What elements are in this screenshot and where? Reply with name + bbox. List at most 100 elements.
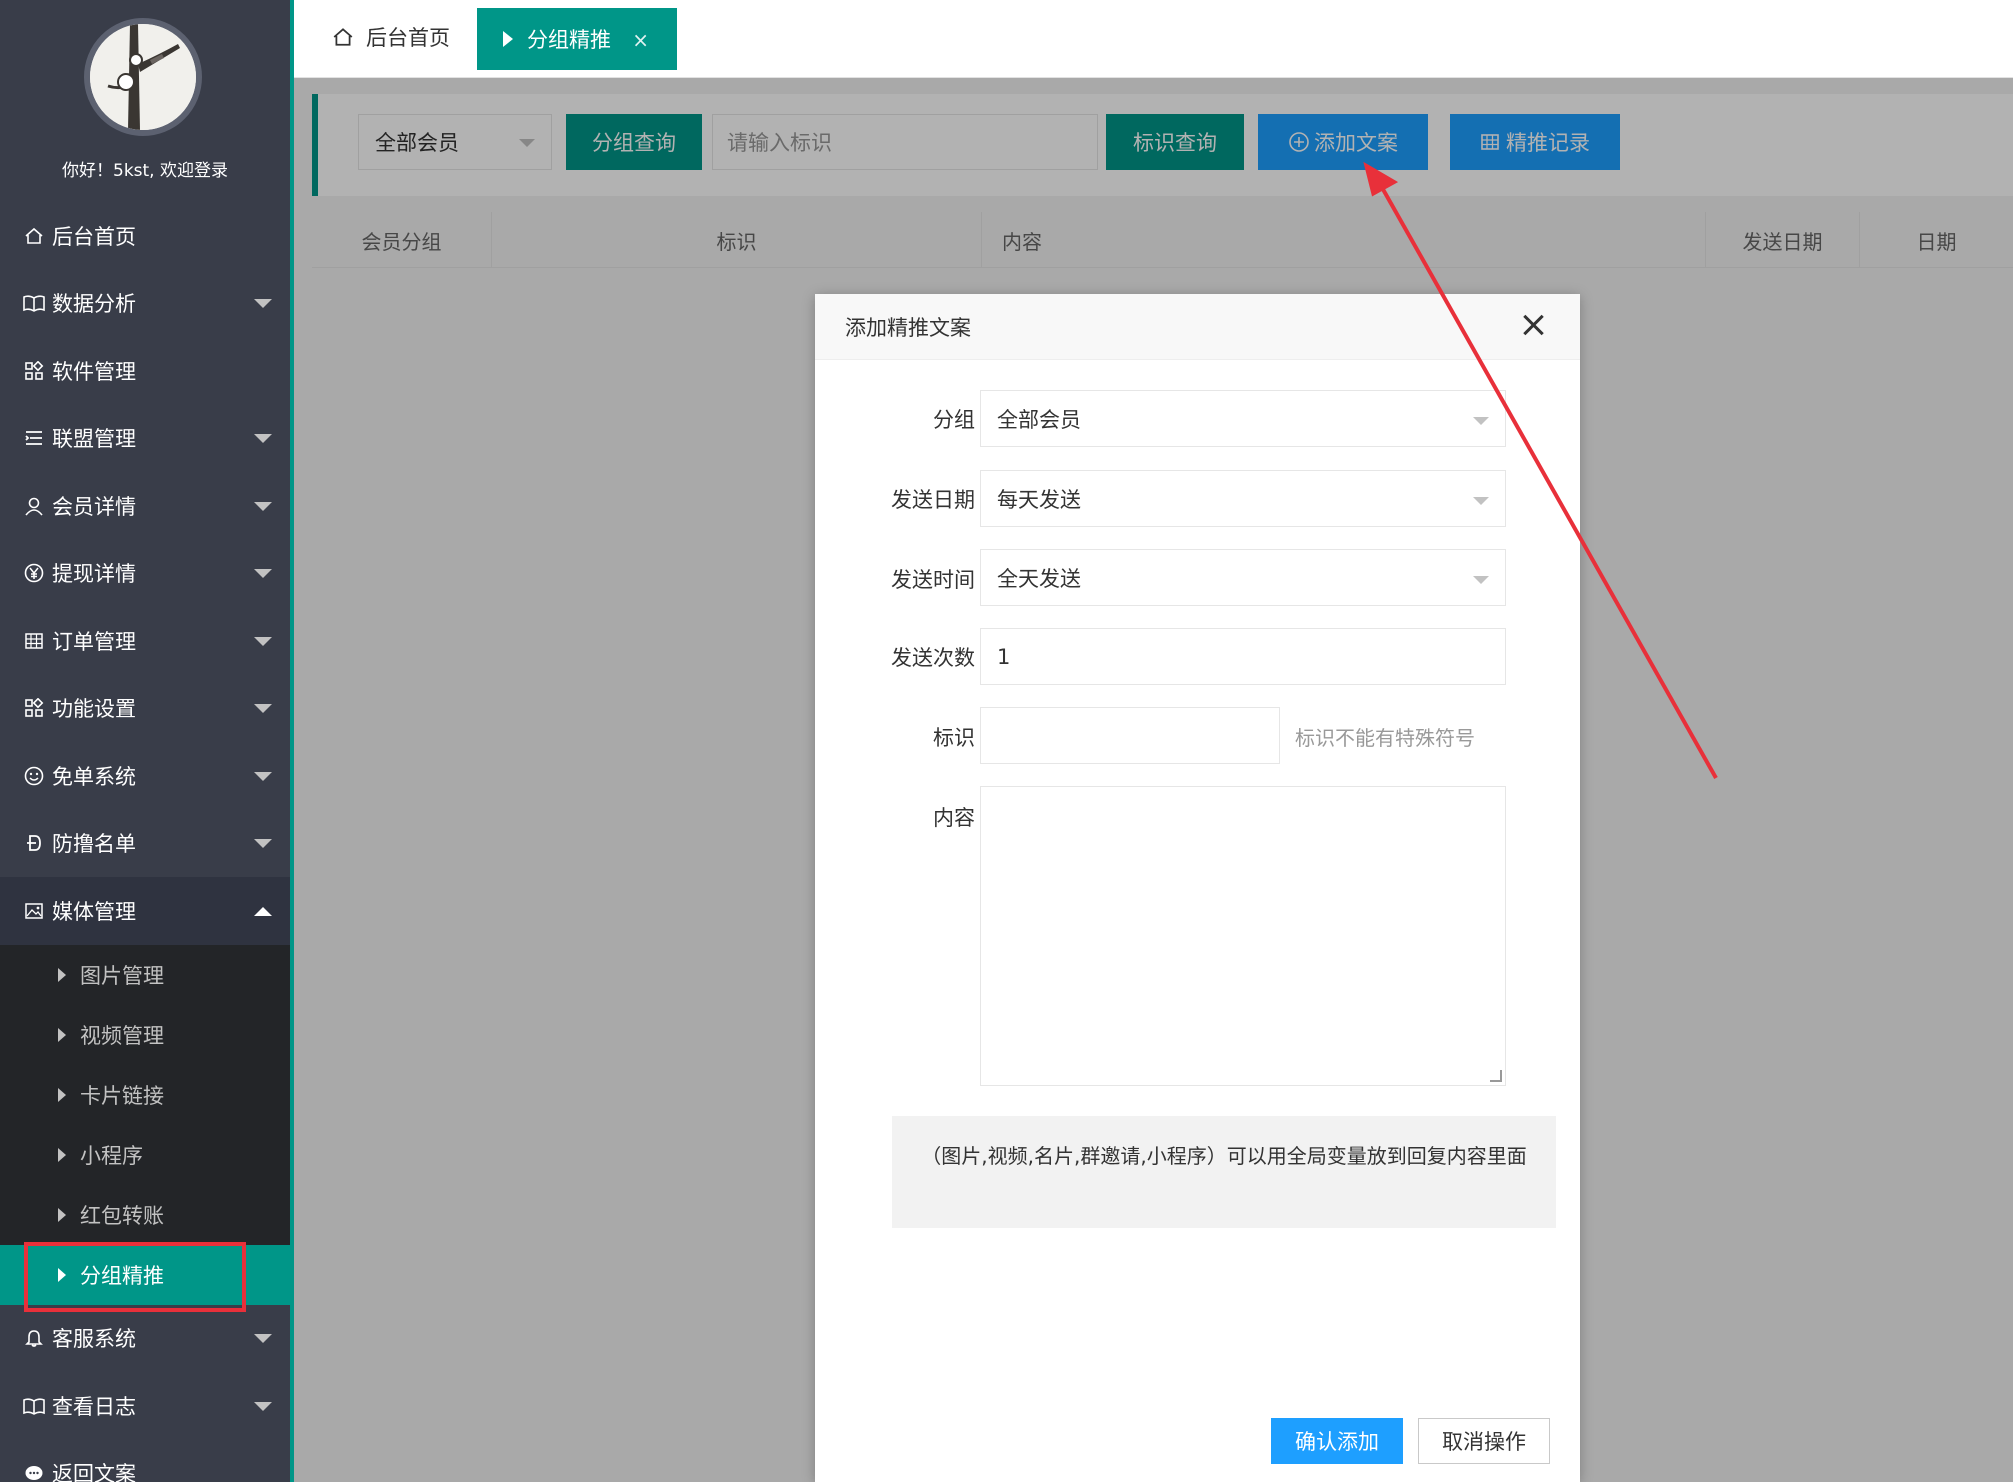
sidebar-item-reply-copy[interactable]: 返回文案 [0,1440,290,1482]
home-icon [333,28,353,46]
cancel-button[interactable]: 取消操作 [1418,1418,1550,1464]
chevron-down-icon [254,704,272,714]
sidebar-item-members[interactable]: 会员详情 [0,472,290,540]
sidebar-item-alliance[interactable]: 联盟管理 [0,405,290,473]
tab-group-push-label: 分组精推 [527,28,611,52]
sidebar-item-label: 免单系统 [52,764,136,789]
avatar[interactable] [84,18,202,136]
send-time-label: 发送时间 [891,568,975,592]
add-push-copy-modal: 添加精推文案 分组 全部会员 发送日期 每天发送 发送时间 全天发送 发送次数 … [815,294,1580,1482]
sidebar-subitem-images[interactable]: 图片管理 [0,945,290,1005]
send-count-label: 发送次数 [891,646,975,670]
tab-group-push[interactable]: 分组精推 × [477,8,677,70]
sidebar-item-data-analysis[interactable]: 数据分析 [0,270,290,338]
sidebar-subitem-videos[interactable]: 视频管理 [0,1005,290,1065]
sidebar: 你好！5kst, 欢迎登录 后台首页 数据分析 软件管理 联盟管理 会员详情 提… [0,0,294,1482]
chevron-up-icon [254,906,272,916]
chevron-down-icon [254,501,272,511]
user-icon [22,494,46,518]
mark-field[interactable] [980,707,1280,764]
home-icon [22,224,46,248]
mark-label: 标识 [933,726,975,750]
tab-bar: 后台首页 分组精推 × [294,0,2013,78]
sidebar-item-label: 软件管理 [52,359,136,384]
sidebar-item-media[interactable]: 媒体管理 [0,877,290,945]
chevron-down-icon [254,434,272,444]
sidebar-item-settings[interactable]: 功能设置 [0,675,290,743]
book-icon [22,291,46,315]
chat-icon [22,1461,46,1482]
group-field-value: 全部会员 [997,407,1081,432]
chevron-down-icon [254,771,272,781]
list-icon [22,426,46,450]
chevron-down-icon [254,569,272,579]
send-count-field[interactable]: 1 [980,628,1506,685]
apps-icon [22,696,46,720]
mark-hint: 标识不能有特殊符号 [1295,726,1475,750]
sidebar-subitem-label: 图片管理 [80,963,164,988]
group-label: 分组 [933,408,975,432]
dollar-icon [22,831,46,855]
caret-right-icon [58,1027,66,1042]
send-date-label: 发送日期 [891,488,975,512]
avatar-image [90,24,196,130]
send-date-value: 每天发送 [997,487,1081,512]
sidebar-subitem-card-links[interactable]: 卡片链接 [0,1065,290,1125]
sidebar-item-orders[interactable]: 订单管理 [0,607,290,675]
chevron-down-icon [254,839,272,849]
chevron-down-icon [1473,497,1489,505]
bell-icon [22,1326,46,1350]
book-icon [22,1394,46,1418]
picture-icon [22,899,46,923]
caret-right-icon [58,1207,66,1222]
sidebar-item-home[interactable]: 后台首页 [0,202,290,270]
sidebar-item-withdrawal[interactable]: 提现详情 [0,540,290,608]
sidebar-item-label: 媒体管理 [52,899,136,924]
send-time-value: 全天发送 [997,566,1081,591]
sidebar-item-label: 查看日志 [52,1394,136,1419]
sidebar-item-label: 返回文案 [52,1462,136,1482]
caret-right-icon [503,31,513,47]
chevron-down-icon [1473,417,1489,425]
sidebar-item-label: 提现详情 [52,562,136,587]
close-icon[interactable] [1518,310,1548,340]
sidebar-item-free-order[interactable]: 免单系统 [0,742,290,810]
send-time-field[interactable]: 全天发送 [980,549,1506,606]
sidebar-subitem-label: 卡片链接 [80,1083,164,1108]
sidebar-subitem-mini-program[interactable]: 小程序 [0,1125,290,1185]
content-textarea[interactable] [980,786,1506,1086]
sidebar-subitem-label: 红包转账 [80,1203,164,1228]
chevron-down-icon [1473,576,1489,584]
confirm-add-button[interactable]: 确认添加 [1271,1418,1403,1464]
sidebar-subitem-label: 视频管理 [80,1023,164,1048]
chevron-down-icon [254,1401,272,1411]
yen-icon [22,561,46,585]
modal-header: 添加精推文案 [815,294,1580,360]
sidebar-item-label: 后台首页 [52,224,136,249]
sidebar-subitem-label: 小程序 [80,1143,143,1168]
smile-icon [22,764,46,788]
send-count-value: 1 [997,644,1011,669]
tab-home[interactable]: 后台首页 [332,22,450,52]
sidebar-item-label: 防撸名单 [52,832,136,857]
sidebar-subitem-red-packet[interactable]: 红包转账 [0,1185,290,1245]
welcome-text: 你好！5kst, 欢迎登录 [62,161,228,181]
variable-notice: （图片,视频,名片,群邀请,小程序）可以用全局变量放到回复内容里面 [892,1116,1556,1228]
chevron-down-icon [254,299,272,309]
annotation-highlight-box [24,1242,246,1312]
sidebar-item-label: 会员详情 [52,494,136,519]
sidebar-item-label: 联盟管理 [52,427,136,452]
caret-right-icon [58,1147,66,1162]
sidebar-item-logs[interactable]: 查看日志 [0,1372,290,1440]
sidebar-item-customer-service[interactable]: 客服系统 [0,1305,290,1373]
grid-icon [22,629,46,653]
close-icon[interactable]: × [632,28,649,52]
group-field[interactable]: 全部会员 [980,390,1506,447]
resize-handle-icon[interactable] [1490,1070,1502,1082]
sidebar-item-software[interactable]: 软件管理 [0,337,290,405]
sidebar-item-label: 数据分析 [52,292,136,317]
chevron-down-icon [254,636,272,646]
caret-right-icon [58,967,66,982]
send-date-field[interactable]: 每天发送 [980,470,1506,527]
sidebar-item-blacklist[interactable]: 防撸名单 [0,810,290,878]
